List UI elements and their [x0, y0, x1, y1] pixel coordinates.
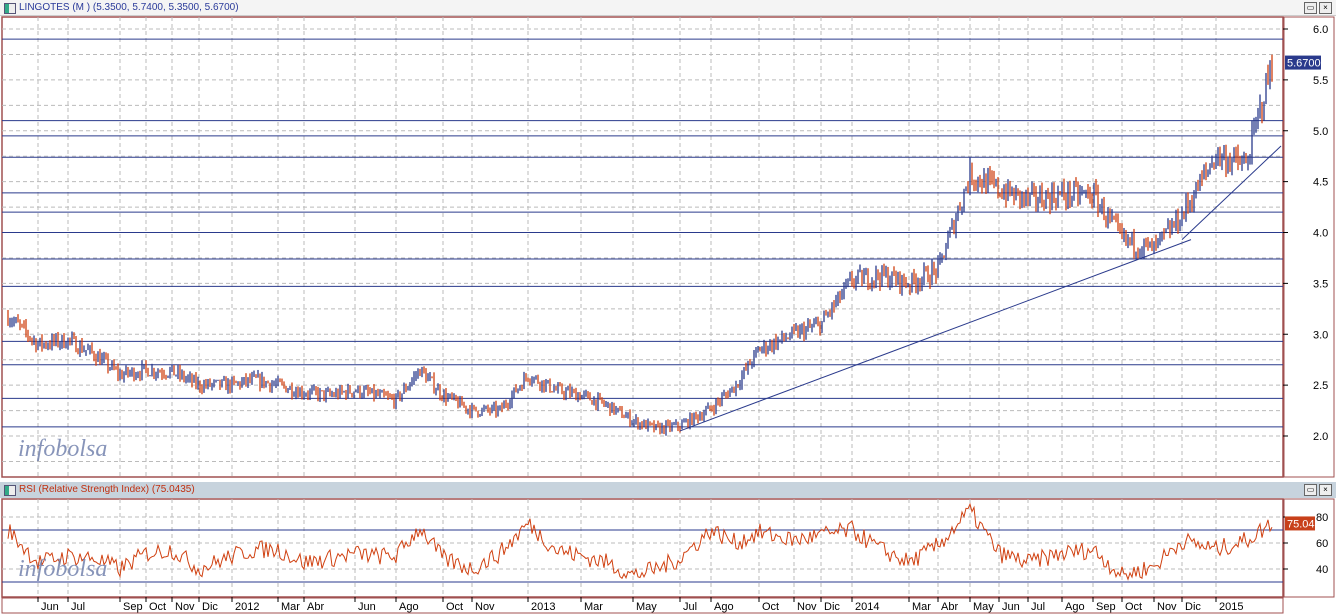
y-tick-label: 6.0: [1313, 24, 1328, 36]
rsi-panel-header: RSI (Relative Strength Index) (75.0435) …: [0, 482, 1336, 498]
maximize-button[interactable]: ▭: [1304, 2, 1317, 14]
x-tick-label: Abr: [307, 601, 324, 613]
x-tick-label: May: [973, 601, 994, 613]
x-tick-label: Sep: [1096, 601, 1116, 613]
rsi-plot-area: [1, 498, 1284, 598]
price-panel-header: LINGOTES (M ) (5.3500, 5.7400, 5.3500, 5…: [0, 0, 1336, 16]
maximize-button[interactable]: ▭: [1304, 484, 1317, 496]
x-tick-label: 2015: [1219, 601, 1243, 613]
x-tick-label: Dic: [1185, 601, 1201, 613]
rsi-line: [7, 502, 1273, 581]
y-tick-label: 3.0: [1313, 329, 1328, 341]
x-tick-label: Ago: [399, 601, 419, 613]
x-tick-label: Nov: [797, 601, 817, 613]
x-tick-label: Abr: [941, 601, 958, 613]
x-tick-label: Jun: [41, 601, 59, 613]
price-y-axis: [1283, 16, 1335, 478]
price-panel-title: LINGOTES (M ) (5.3500, 5.7400, 5.3500, 5…: [19, 2, 239, 13]
x-tick-label: May: [636, 601, 657, 613]
y-tick-label: 4.0: [1313, 228, 1328, 240]
last-rsi-badge: [1285, 516, 1315, 531]
y-tick-label: 2.0: [1313, 431, 1328, 443]
x-tick-label: Mar: [912, 601, 931, 613]
x-tick-label: Jun: [358, 601, 376, 613]
close-button[interactable]: ×: [1319, 484, 1332, 496]
x-tick-label: Mar: [281, 601, 300, 613]
x-tick-label: 2012: [235, 601, 259, 613]
x-tick-label: Nov: [175, 601, 195, 613]
x-tick-label: Nov: [1157, 601, 1177, 613]
trendline: [1181, 145, 1282, 240]
x-tick-label: Ago: [1065, 601, 1085, 613]
watermark-logo: infobolsa: [18, 556, 108, 582]
x-tick-label: Dic: [202, 601, 218, 613]
x-tick-label: Ago: [714, 601, 734, 613]
y-tick-label: 5.0: [1313, 126, 1328, 138]
y-tick-label: 3.5: [1313, 278, 1328, 290]
rsi-y-axis: [1283, 498, 1335, 598]
last-price-label: 5.6700: [1287, 58, 1321, 70]
x-tick-label: Oct: [762, 601, 779, 613]
panel-icon: [4, 485, 16, 496]
trendline: [679, 239, 1192, 432]
x-tick-label: 2013: [531, 601, 555, 613]
x-axis: [1, 597, 1284, 614]
x-tick-label: Jun: [1002, 601, 1020, 613]
chart-svg[interactable]: Jun Jul Sep Oct Nov Dic 2012 Mar Abr Jun Ago Oct Nov…: [0, 0, 1336, 614]
y-tick-label: 4.5: [1313, 177, 1328, 189]
x-tick-label: Jul: [71, 601, 85, 613]
y-tick-label: 60: [1316, 538, 1328, 550]
rsi-panel-title: RSI (Relative Strength Index) (75.0435): [19, 484, 195, 495]
x-tick-label: Sep: [123, 601, 143, 613]
x-tick-label: Oct: [149, 601, 166, 613]
last-price-badge: [1285, 55, 1321, 70]
y-tick-label: 2.5: [1313, 380, 1328, 392]
last-rsi-label: 75.04: [1287, 518, 1315, 530]
x-tick-label: Jul: [683, 601, 697, 613]
y-tick-label: 40: [1316, 564, 1328, 576]
watermark-logo: infobolsa: [18, 436, 108, 462]
x-tick-label: Oct: [446, 601, 463, 613]
close-button[interactable]: ×: [1319, 2, 1332, 14]
x-tick-label: Mar: [584, 601, 603, 613]
panel-icon: [4, 3, 16, 14]
x-tick-label: Dic: [824, 601, 840, 613]
y-tick-label: 5.5: [1313, 75, 1328, 87]
x-tick-label: 2014: [855, 601, 879, 613]
y-tick-label: 80: [1316, 512, 1328, 524]
x-tick-label: Jul: [1031, 601, 1045, 613]
x-tick-label: Oct: [1125, 601, 1142, 613]
x-tick-label: Nov: [475, 601, 495, 613]
price-plot-area: [1, 16, 1284, 478]
